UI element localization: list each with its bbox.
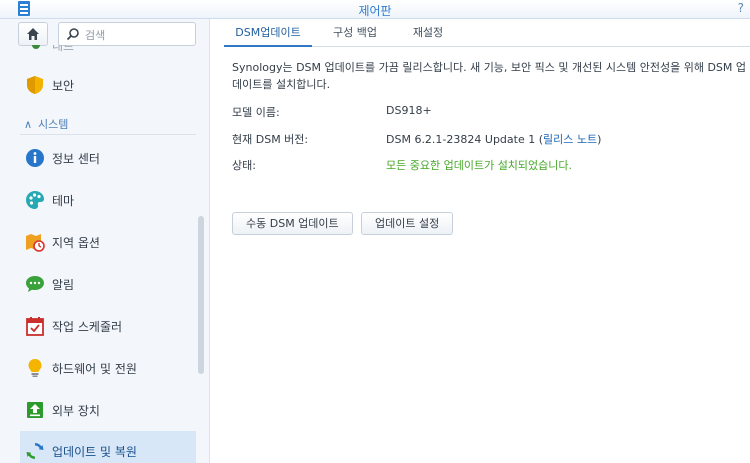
sidebar-item-label: 업데이트 및 복원 xyxy=(52,445,137,459)
version-value-row: DSM 6.2.1-23824 Update 1 (릴리스 노트) xyxy=(386,131,601,147)
status-value: 모든 중요한 업데이트가 설치되었습니다. xyxy=(386,159,573,172)
sidebar-item-label: 지역 옵션 xyxy=(52,236,100,250)
version-label: 현재 DSM 버전: xyxy=(232,133,309,146)
sidebar-item-theme[interactable]: 테마 xyxy=(20,183,196,217)
section-header-system[interactable]: ∧ 시스템 xyxy=(24,116,68,132)
sidebar-item-label: 알림 xyxy=(52,278,75,292)
status-label: 상태: xyxy=(232,159,256,172)
sidebar-item-external-devices[interactable]: 외부 장치 xyxy=(20,393,196,427)
main-panel: DSM업데이트 구성 백업 재설정 Synology는 DSM 업데이트를 가끔… xyxy=(210,19,750,463)
update-settings-button[interactable]: 업데이트 설정 xyxy=(361,212,454,235)
sidebar-item-task-scheduler[interactable]: 작업 스케줄러 xyxy=(20,309,196,343)
model-label: 모델 이름: xyxy=(232,106,280,119)
chat-bubble-icon xyxy=(26,276,44,292)
sidebar-item-label: 작업 스케줄러 xyxy=(52,320,123,334)
section-label: 시스템 xyxy=(38,118,69,131)
tab-config-backup[interactable]: 구성 백업 xyxy=(320,19,390,46)
release-notes-link[interactable]: 릴리스 노트 xyxy=(543,133,597,146)
sidebar-item-update-restore[interactable]: 업데이트 및 복원 xyxy=(20,431,196,463)
search-icon xyxy=(66,28,79,41)
sidebar-item-regional-options[interactable]: 지역 옵션 xyxy=(20,225,196,259)
model-value: DS918+ xyxy=(386,104,432,117)
home-button[interactable] xyxy=(18,22,48,46)
version-value: DSM 6.2.1-23824 Update 1 ( xyxy=(386,133,544,146)
sidebar-item-network-partial[interactable]: 네트 xyxy=(20,45,196,53)
sidebar-item-security[interactable]: 보안 xyxy=(20,68,196,102)
sidebar: 네트 보안 ∧ 시스템 정보 센터 테마 xyxy=(0,19,210,463)
sidebar-item-label: 테마 xyxy=(52,194,75,208)
tab-reset[interactable]: 재설정 xyxy=(396,19,460,46)
sidebar-item-hardware-power[interactable]: 하드웨어 및 전원 xyxy=(20,351,196,385)
info-icon xyxy=(26,149,44,167)
palette-icon xyxy=(26,191,44,209)
help-icon[interactable]: ? xyxy=(738,1,744,15)
version-suffix: ) xyxy=(597,133,602,146)
sidebar-item-label: 외부 장치 xyxy=(52,404,100,418)
lightbulb-icon xyxy=(28,359,42,377)
search-box[interactable] xyxy=(58,22,196,46)
external-device-icon xyxy=(27,402,43,418)
chevron-up-icon: ∧ xyxy=(24,118,33,131)
section-divider xyxy=(20,134,196,135)
update-description: Synology는 DSM 업데이트를 가끔 릴리스합니다. 새 기능, 보안 … xyxy=(232,61,746,91)
sidebar-scrollbar-thumb[interactable] xyxy=(198,216,204,374)
regional-options-icon xyxy=(26,234,45,252)
sidebar-item-notification[interactable]: 알림 xyxy=(20,267,196,301)
tab-bar: DSM업데이트 구성 백업 재설정 xyxy=(224,19,750,47)
window-titlebar: 제어판 ? xyxy=(0,0,750,19)
sidebar-item-label: 보안 xyxy=(52,79,75,93)
tab-dsm-update[interactable]: DSM업데이트 xyxy=(224,19,312,47)
manual-update-button[interactable]: 수동 DSM 업데이트 xyxy=(232,212,353,235)
window-title: 제어판 xyxy=(358,4,392,18)
home-icon xyxy=(27,28,39,40)
sidebar-item-label: 하드웨어 및 전원 xyxy=(52,362,137,376)
update-restore-icon xyxy=(26,443,44,459)
search-input[interactable] xyxy=(83,25,195,45)
network-icon xyxy=(32,45,40,49)
sidebar-item-info-center[interactable]: 정보 센터 xyxy=(20,141,196,175)
sidebar-item-label: 네트 xyxy=(52,45,75,53)
calendar-icon xyxy=(26,317,44,336)
shield-icon xyxy=(27,76,43,94)
sidebar-item-label: 정보 센터 xyxy=(52,152,100,166)
